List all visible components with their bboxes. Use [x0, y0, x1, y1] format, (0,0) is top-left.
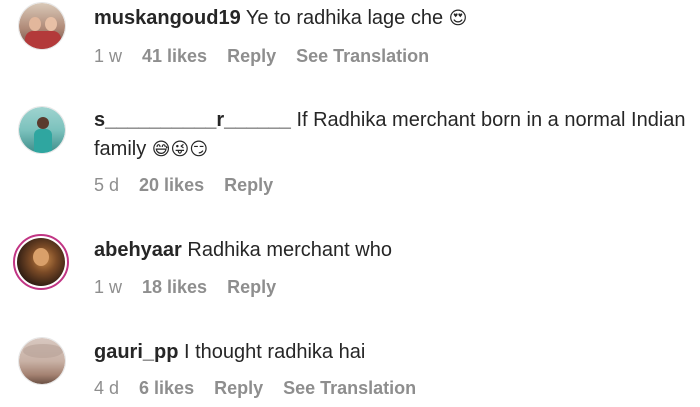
see-translation-button[interactable]: See Translation: [296, 46, 429, 67]
comment-text: Ye to radhika lage che: [245, 7, 444, 29]
likes-count[interactable]: 18 likes: [142, 277, 207, 298]
username-link[interactable]: muskangoud19: [94, 7, 241, 29]
comment-age: 1 w: [94, 277, 123, 297]
avatar[interactable]: [18, 106, 66, 154]
comment-text-line: muskangoud19 Ye to radhika lage che 😍: [94, 4, 690, 33]
avatar-story-ring[interactable]: [13, 234, 69, 290]
see-translation-button[interactable]: See Translation: [283, 378, 416, 399]
reply-button[interactable]: Reply: [224, 175, 273, 196]
comment-age: 4 d: [94, 378, 120, 398]
likes-count[interactable]: 41 likes: [142, 46, 207, 67]
comment-text: I thought radhika hai: [184, 341, 366, 363]
username-link[interactable]: abehyaar: [94, 239, 182, 261]
reply-button[interactable]: Reply: [227, 277, 276, 298]
likes-count[interactable]: 20 likes: [139, 175, 204, 196]
comment-text-line: gauri_pp I thought radhika hai: [94, 338, 690, 367]
avatar[interactable]: [18, 2, 66, 50]
reply-button[interactable]: Reply: [227, 46, 276, 67]
comment-text-line: abehyaar Radhika merchant who: [94, 236, 690, 265]
comment-text: Radhika merchant who: [187, 239, 392, 261]
comment-age: 1 w: [94, 46, 123, 66]
comment-meta: 5 d 20 likes Reply: [94, 175, 273, 196]
comment-meta: 1 w 18 likes Reply: [94, 277, 276, 298]
username-link[interactable]: gauri_pp: [94, 341, 178, 363]
avatar[interactable]: [18, 337, 66, 385]
comment-meta: 1 w 41 likes Reply See Translation: [94, 46, 429, 67]
likes-count[interactable]: 6 likes: [139, 378, 194, 399]
comment-meta: 4 d 6 likes Reply See Translation: [94, 378, 416, 399]
username-link[interactable]: s__________r______: [94, 109, 291, 131]
comment-emoji: 😍: [448, 8, 468, 29]
comment-emoji: 😅😜😏: [151, 139, 209, 160]
comment-age: 5 d: [94, 175, 120, 195]
comment-text-line: s__________r______ If Radhika merchant b…: [94, 106, 690, 164]
reply-button[interactable]: Reply: [214, 378, 263, 399]
